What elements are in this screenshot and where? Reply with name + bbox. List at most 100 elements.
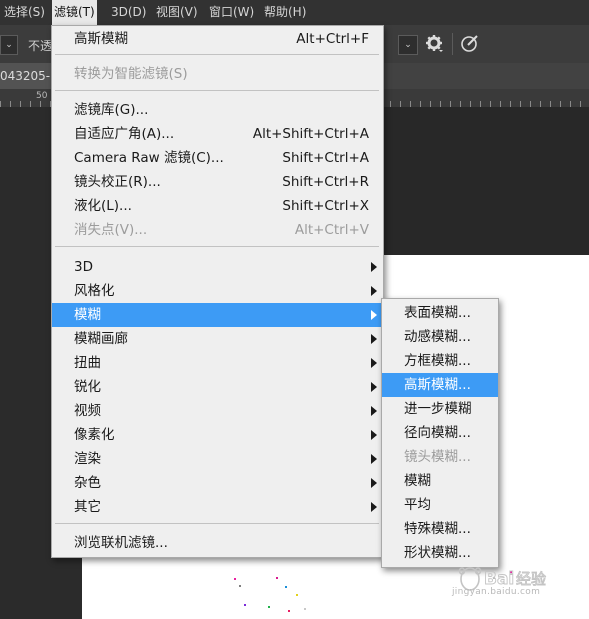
gear-icon[interactable] (424, 33, 444, 53)
submenu-item-radial-blur[interactable]: 径向模糊... (382, 421, 498, 445)
submenu-arrow-icon (371, 478, 377, 488)
menu-item-camera-raw[interactable]: Camera Raw 滤镜(C)... Shift+Ctrl+A (52, 146, 383, 170)
menu-item-label: 模糊 (74, 307, 101, 323)
menu-window[interactable]: 窗口(W) (207, 0, 256, 25)
menu-item-label: 风格化 (74, 283, 115, 299)
menu-item-label: 滤镜库(G)... (74, 102, 149, 118)
menu-item-label: 像素化 (74, 427, 115, 443)
submenu-arrow-icon (371, 358, 377, 368)
menu-item-distort[interactable]: 扭曲 (52, 351, 383, 375)
canvas-pixel (288, 610, 290, 612)
menu-item-label: 形状模糊... (404, 545, 471, 561)
menu-item-label: 模糊 (404, 473, 431, 489)
menu-item-liquify[interactable]: 液化(L)... Shift+Ctrl+X (52, 194, 383, 218)
submenu-arrow-icon (371, 502, 377, 512)
menu-item-label: 杂色 (74, 475, 101, 491)
opacity-label: 不透 (28, 39, 53, 53)
menu-item-convert-smart-filters[interactable]: 转换为智能滤镜(S) (52, 62, 383, 86)
ruler-mark: 50 (36, 91, 48, 101)
menu-item-label: 3D (74, 259, 93, 275)
menu-item-label: 消失点(V)... (74, 222, 148, 238)
canvas-pixel (239, 585, 241, 587)
menu-item-label: 平均 (404, 497, 431, 513)
menu-item-filter-gallery[interactable]: 滤镜库(G)... (52, 98, 383, 122)
menu-item-blur[interactable]: 模糊 (52, 303, 383, 327)
menu-item-vanishing-point[interactable]: 消失点(V)... Alt+Ctrl+V (52, 218, 383, 242)
menu-item-label: 液化(L)... (74, 198, 132, 214)
menu-item-label: 视频 (74, 403, 101, 419)
submenu-item-box-blur[interactable]: 方框模糊... (382, 349, 498, 373)
blur-submenu: 表面模糊... 动感模糊... 方框模糊... 高斯模糊... 进一步模糊 径向… (381, 298, 499, 568)
menu-item-noise[interactable]: 杂色 (52, 471, 383, 495)
submenu-item-blur-more[interactable]: 进一步模糊 (382, 397, 498, 421)
watermark-text: jingyan.baidu.com (452, 587, 541, 597)
baidu-jingyan-logo: Bai 经验 (458, 567, 546, 591)
menu-item-shortcut: Shift+Ctrl+A (282, 150, 369, 166)
submenu-item-motion-blur[interactable]: 动感模糊... (382, 325, 498, 349)
menu-item-shortcut: Alt+Ctrl+F (296, 31, 369, 47)
submenu-arrow-icon (371, 454, 377, 464)
canvas-pixel (285, 586, 287, 588)
menu-separator (55, 54, 379, 55)
menu-item-shortcut: Alt+Shift+Ctrl+A (252, 126, 369, 142)
canvas-pixel (304, 608, 306, 610)
menu-item-3d[interactable]: 3D (52, 255, 383, 279)
menu-item-label: 高斯模糊 (74, 31, 128, 47)
menu-item-pixelate[interactable]: 像素化 (52, 423, 383, 447)
menu-item-label: 渲染 (74, 451, 101, 467)
submenu-item-shape-blur[interactable]: 形状模糊... (382, 541, 498, 565)
menu-item-label: 方框模糊... (404, 353, 471, 369)
canvas-pixel (276, 577, 278, 579)
submenu-arrow-icon (371, 334, 377, 344)
submenu-arrow-icon (371, 262, 377, 272)
menu-view[interactable]: 视图(V) (154, 0, 200, 25)
menu-item-other[interactable]: 其它 (52, 495, 383, 519)
menu-3d[interactable]: 3D(D) (109, 0, 148, 25)
menu-separator (55, 246, 379, 247)
menu-item-stylize[interactable]: 风格化 (52, 279, 383, 303)
submenu-item-surface-blur[interactable]: 表面模糊... (382, 301, 498, 325)
submenu-arrow-icon (371, 286, 377, 296)
menu-item-shortcut: Shift+Ctrl+R (282, 174, 369, 190)
submenu-arrow-icon (371, 382, 377, 392)
menu-item-browse-online-filters[interactable]: 浏览联机滤镜... (52, 531, 383, 555)
submenu-item-average[interactable]: 平均 (382, 493, 498, 517)
options-dropdown[interactable]: ⌄ (398, 35, 418, 55)
menu-filter[interactable]: 滤镜(T) (52, 0, 97, 25)
menu-item-adaptive-wide-angle[interactable]: 自适应广角(A)... Alt+Shift+Ctrl+A (52, 122, 383, 146)
menu-separator (55, 90, 379, 91)
menu-item-sharpen[interactable]: 锐化 (52, 375, 383, 399)
menu-help[interactable]: 帮助(H) (262, 0, 308, 25)
menu-item-label: 表面模糊... (404, 305, 471, 321)
canvas-pixel (244, 604, 246, 606)
menu-item-label: 浏览联机滤镜... (74, 535, 168, 551)
submenu-arrow-icon (371, 310, 377, 320)
filter-menu: 高斯模糊 Alt+Ctrl+F 转换为智能滤镜(S) 滤镜库(G)... 自适应… (51, 25, 384, 558)
submenu-item-smart-blur[interactable]: 特殊模糊... (382, 517, 498, 541)
options-divider (452, 33, 453, 55)
menu-item-lens-correction[interactable]: 镜头校正(R)... Shift+Ctrl+R (52, 170, 383, 194)
menu-item-label: 自适应广角(A)... (74, 126, 175, 142)
menu-item-label: 镜头校正(R)... (74, 174, 161, 190)
menu-item-label: 径向模糊... (404, 425, 471, 441)
menu-item-label: 动感模糊... (404, 329, 471, 345)
canvas-pixel (234, 578, 236, 580)
svg-text:经验: 经验 (516, 570, 546, 588)
menu-item-label: 其它 (74, 499, 101, 515)
chevron-down-icon: ⌄ (404, 40, 412, 50)
menu-item-video[interactable]: 视频 (52, 399, 383, 423)
menu-select[interactable]: 选择(S) (2, 0, 47, 25)
document-tab[interactable]: 043205-l (0, 63, 52, 89)
submenu-item-blur[interactable]: 模糊 (382, 469, 498, 493)
menu-item-label: 扭曲 (74, 355, 101, 371)
mode-dropdown[interactable]: ⌄ (0, 35, 18, 55)
submenu-arrow-icon (371, 430, 377, 440)
submenu-item-lens-blur[interactable]: 镜头模糊... (382, 445, 498, 469)
submenu-item-gaussian-blur[interactable]: 高斯模糊... (382, 373, 498, 397)
menu-item-blur-gallery[interactable]: 模糊画廊 (52, 327, 383, 351)
menu-item-render[interactable]: 渲染 (52, 447, 383, 471)
pressure-brush-icon[interactable] (460, 33, 480, 53)
menu-item-label: 特殊模糊... (404, 521, 471, 537)
menu-item-last-filter[interactable]: 高斯模糊 Alt+Ctrl+F (52, 27, 383, 51)
menu-item-label: Camera Raw 滤镜(C)... (74, 150, 224, 166)
